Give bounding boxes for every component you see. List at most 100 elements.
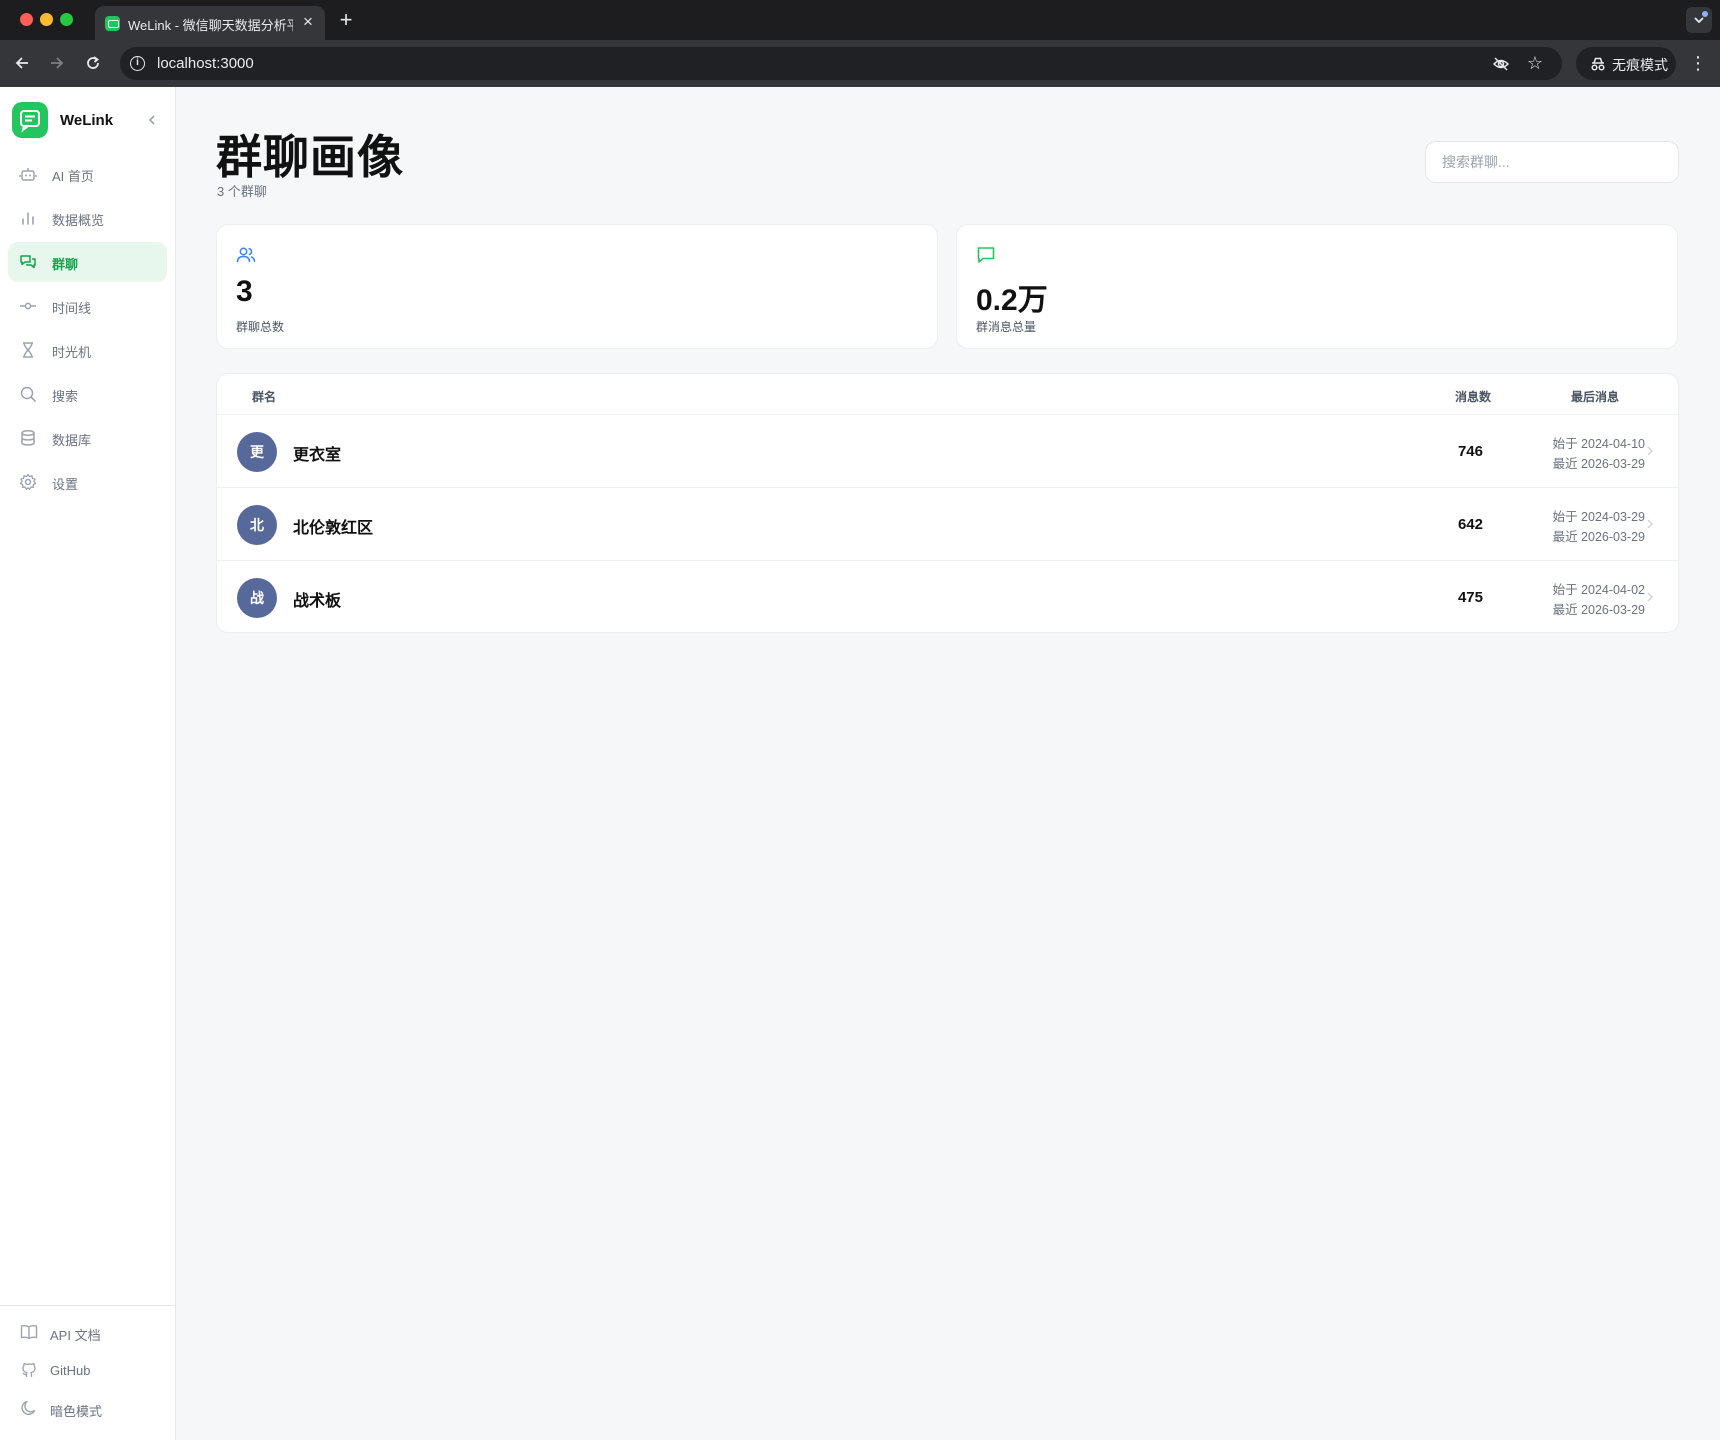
sidebar-item-ai-home[interactable]: AI 首页 xyxy=(8,154,167,194)
arrow-right-icon xyxy=(51,57,64,69)
message-icon xyxy=(977,247,995,263)
tab-title: WeLink - 微信聊天数据分析平台 xyxy=(128,18,293,33)
forward-button[interactable] xyxy=(44,50,70,76)
dark-mode-label: 暗色模式 xyxy=(50,1404,103,1419)
table-row[interactable]: 战 战术板 475 始于 2024-04-02 最近 2026-03-29 xyxy=(217,561,1678,632)
stat-value: 3 xyxy=(236,275,253,308)
app: WeLink AI 首页 数据概览 群聊 时间线 时光机 搜索 数据库 设置 A… xyxy=(0,87,1720,1440)
message-count: 746 xyxy=(1457,443,1483,460)
back-button[interactable] xyxy=(9,50,35,76)
brand-name: WeLink xyxy=(60,112,114,129)
github-icon xyxy=(22,1362,36,1377)
database-icon xyxy=(21,429,35,446)
group-name: 北伦敦红区 xyxy=(293,520,374,537)
first-message-date: 始于 2024-04-10 xyxy=(1552,437,1645,451)
stat-label: 群聊总数 xyxy=(236,320,285,334)
maximize-window-button[interactable] xyxy=(60,13,73,26)
sidebar-item-label: 数据库 xyxy=(52,433,92,448)
sidebar-item-overview[interactable]: 数据概览 xyxy=(8,198,167,238)
eye-off-icon[interactable] xyxy=(1492,55,1510,73)
stat-value: 0.2万 xyxy=(976,284,1048,317)
message-count: 475 xyxy=(1457,589,1483,606)
sidebar-item-label: 时间线 xyxy=(52,301,92,316)
sidebar-item-label: 群聊 xyxy=(52,257,79,272)
group-table: 群名 消息数 最后消息 更 更衣室 746 始于 2024-04-10 最近 2… xyxy=(216,373,1679,633)
page-subtitle: 3 个群聊 xyxy=(217,184,267,199)
group-name: 战术板 xyxy=(293,593,342,610)
column-header-last-message[interactable]: 最后消息 xyxy=(1571,388,1619,405)
hourglass-icon xyxy=(23,342,33,358)
stat-card-message-total: 0.2万 群消息总量 xyxy=(956,224,1678,349)
chat-logo-icon xyxy=(20,110,40,133)
chevron-right-icon xyxy=(1647,592,1654,602)
sidebar-item-timeline[interactable]: 时间线 xyxy=(8,286,167,326)
avatar: 北 xyxy=(237,505,277,545)
bar-chart-icon xyxy=(22,212,34,225)
github-label: GitHub xyxy=(50,1363,91,1378)
sidebar-item-search[interactable]: 搜索 xyxy=(8,374,167,414)
search-input[interactable] xyxy=(1425,141,1679,183)
sidebar: WeLink AI 首页 数据概览 群聊 时间线 时光机 搜索 数据库 设置 A… xyxy=(0,87,176,1440)
search-icon xyxy=(20,386,36,402)
bookmark-star-icon[interactable]: ☆ xyxy=(1527,53,1543,74)
message-count: 642 xyxy=(1457,516,1483,533)
first-message-date: 始于 2024-03-29 xyxy=(1552,510,1645,524)
close-window-button[interactable] xyxy=(20,13,33,26)
first-message-date: 始于 2024-04-02 xyxy=(1552,583,1645,597)
gear-icon xyxy=(19,473,37,490)
users-icon xyxy=(236,247,256,263)
new-tab-button[interactable]: + xyxy=(333,7,359,33)
sidebar-item-label: 数据概览 xyxy=(52,213,105,228)
chevron-right-icon xyxy=(1647,446,1654,456)
incognito-indicator[interactable]: 无痕模式 xyxy=(1576,47,1676,80)
api-docs-label: API 文档 xyxy=(50,1328,101,1343)
browser-chrome: WeLink - 微信聊天数据分析平台 × + i localhost:3000… xyxy=(0,0,1720,87)
reload-button[interactable] xyxy=(80,50,106,76)
last-message-date: 最近 2026-03-29 xyxy=(1552,603,1645,617)
sidebar-item-groups[interactable]: 群聊 xyxy=(8,242,167,282)
tab-close-icon[interactable]: × xyxy=(299,13,317,31)
browser-tab[interactable]: WeLink - 微信聊天数据分析平台 × xyxy=(95,6,325,40)
incognito-icon xyxy=(1591,57,1605,71)
stat-label: 群消息总量 xyxy=(976,320,1037,334)
browser-toolbar: i localhost:3000 ☆ 无痕模式 ⋮ xyxy=(0,40,1720,87)
url-text: localhost:3000 xyxy=(157,55,254,72)
minimize-window-button[interactable] xyxy=(40,13,53,26)
brand-logo-icon xyxy=(12,102,48,138)
group-name: 更衣室 xyxy=(293,447,342,464)
incognito-label: 无痕模式 xyxy=(1612,57,1668,73)
tab-search-button[interactable] xyxy=(1686,7,1712,33)
api-docs-link[interactable]: API 文档 xyxy=(8,1316,167,1348)
github-link[interactable]: GitHub xyxy=(8,1354,167,1386)
last-message-date: 最近 2026-03-29 xyxy=(1552,530,1645,544)
tab-bar: WeLink - 微信聊天数据分析平台 × + xyxy=(0,0,1720,40)
sidebar-item-time-machine[interactable]: 时光机 xyxy=(8,330,167,370)
chevron-right-icon xyxy=(1647,519,1654,529)
reload-icon xyxy=(87,56,99,69)
chevron-left-icon[interactable] xyxy=(144,112,160,128)
avatar: 战 xyxy=(237,578,277,618)
table-row[interactable]: 北 北伦敦红区 642 始于 2024-03-29 最近 2026-03-29 xyxy=(217,488,1678,561)
notification-dot xyxy=(1702,11,1708,17)
tab-favicon-icon xyxy=(105,16,120,31)
sidebar-item-label: 时光机 xyxy=(52,345,92,360)
column-header-count[interactable]: 消息数 xyxy=(1455,388,1491,405)
page-title: 群聊画像 xyxy=(216,131,404,183)
robot-icon xyxy=(19,168,37,181)
sidebar-item-settings[interactable]: 设置 xyxy=(8,462,167,502)
site-info-icon[interactable]: i xyxy=(130,56,145,71)
timeline-icon xyxy=(20,302,36,310)
browser-menu-button[interactable]: ⋮ xyxy=(1688,50,1708,76)
moon-icon xyxy=(21,1400,36,1415)
sidebar-footer: API 文档 GitHub 暗色模式 xyxy=(0,1305,175,1440)
last-message-date: 最近 2026-03-29 xyxy=(1552,457,1645,471)
sidebar-item-label: 设置 xyxy=(52,477,79,492)
address-bar[interactable]: i localhost:3000 ☆ xyxy=(120,47,1562,80)
dark-mode-toggle[interactable]: 暗色模式 xyxy=(8,1392,167,1424)
column-header-name[interactable]: 群名 xyxy=(252,388,276,405)
sidebar-item-database[interactable]: 数据库 xyxy=(8,418,167,458)
chat-bubbles-icon xyxy=(20,255,36,269)
table-row[interactable]: 更 更衣室 746 始于 2024-04-10 最近 2026-03-29 xyxy=(217,415,1678,488)
arrow-left-icon xyxy=(15,57,28,69)
avatar: 更 xyxy=(237,432,277,472)
